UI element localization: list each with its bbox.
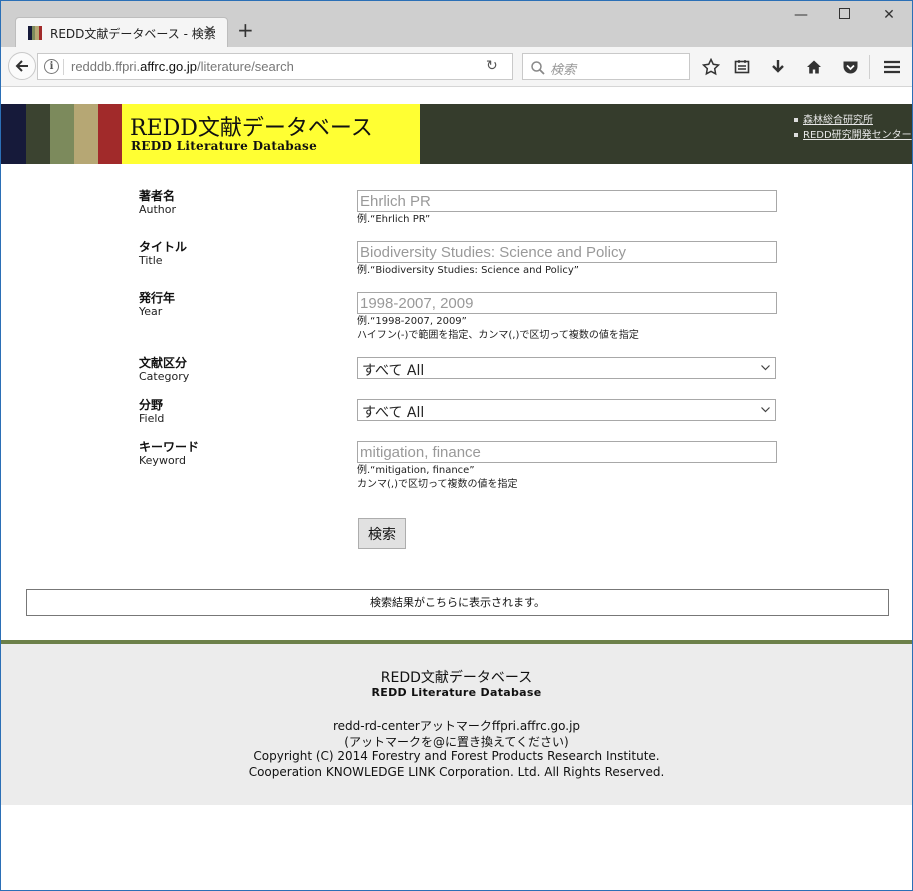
navigation-toolbar: i redddb.ffpri.affrc.go.jp/literature/se… <box>1 47 912 87</box>
keyword-label: キーワード Keyword <box>139 440 200 467</box>
author-label: 著者名 Author <box>139 189 177 216</box>
browser-tab[interactable]: REDD文献データベース - 検索 ✕ <box>15 17 228 47</box>
back-arrow-icon <box>15 60 28 72</box>
pocket-icon[interactable] <box>839 56 861 78</box>
header-stripe <box>26 104 50 164</box>
home-icon[interactable] <box>803 56 825 78</box>
back-button[interactable] <box>8 52 36 80</box>
minimize-icon[interactable]: — <box>791 7 811 23</box>
year-hint: 例.“1998-2007, 2009” <box>357 316 467 327</box>
chevron-down-icon <box>760 403 771 419</box>
year-input[interactable] <box>357 292 777 314</box>
field-select[interactable]: すべて All <box>357 399 776 421</box>
results-area: 検索結果がこちらに表示されます。 <box>26 589 889 616</box>
search-placeholder: 検索 <box>550 63 577 78</box>
keyword-hint-comma: カンマ(,)で区切って複数の値を指定 <box>357 479 518 490</box>
footer-copyright: Copyright (C) 2014 Forestry and Forest P… <box>253 749 660 763</box>
reading-list-icon[interactable] <box>731 56 753 78</box>
author-input[interactable] <box>357 190 777 212</box>
footer-email-note: (アットマークを@に置き換えてください) <box>344 735 569 749</box>
browser-search-bar[interactable]: 検索 <box>522 53 690 80</box>
keyword-input[interactable] <box>357 441 777 463</box>
title-label: タイトル Title <box>139 240 188 267</box>
site-logo[interactable]: REDD文献データベース REDD Literature Database <box>122 104 420 164</box>
download-icon[interactable] <box>767 56 789 78</box>
logo-title-en: REDD Literature Database <box>131 139 318 153</box>
search-icon <box>531 60 545 79</box>
link-ffpri[interactable]: 森林総合研究所 <box>794 113 912 128</box>
tab-bar: REDD文献データベース - 検索 ✕ + — ✕ <box>1 1 912 47</box>
tab-title: REDD文献データベース - 検索 <box>50 27 216 41</box>
site-header: REDD文献データベース REDD Literature Database 森林… <box>1 104 912 164</box>
footer-title: REDD文献データベース <box>380 670 533 686</box>
author-hint: 例.“Ehrlich PR” <box>357 214 431 225</box>
bookmark-star-icon[interactable] <box>700 56 722 78</box>
keyword-hint: 例.“mitigation, finance” <box>357 465 475 476</box>
header-stripe <box>50 104 74 164</box>
maximize-icon[interactable] <box>834 7 854 23</box>
header-stripe <box>1 104 26 164</box>
year-label: 発行年 Year <box>139 291 176 318</box>
header-stripe <box>74 104 98 164</box>
close-window-icon[interactable]: ✕ <box>879 7 899 23</box>
close-tab-icon[interactable]: ✕ <box>204 23 216 39</box>
logo-title-jp: REDD文献データベース <box>130 116 373 141</box>
favicon-icon <box>28 26 42 40</box>
footer-subtitle: REDD Literature Database <box>371 686 542 699</box>
web-page: REDD文献データベース REDD Literature Database 森林… <box>1 88 912 890</box>
title-input[interactable] <box>357 241 777 263</box>
chevron-down-icon <box>760 361 771 377</box>
header-stripe <box>98 104 122 164</box>
search-button[interactable]: 検索 <box>358 518 406 549</box>
info-icon[interactable]: i <box>44 59 59 74</box>
url-text[interactable]: redddb.ffpri.affrc.go.jp/literature/sear… <box>71 59 294 74</box>
title-hint: 例.“Biodiversity Studies: Science and Pol… <box>357 265 579 276</box>
category-select[interactable]: すべて All <box>357 357 776 379</box>
new-tab-icon[interactable]: + <box>237 20 254 40</box>
site-footer: REDD文献データベース REDD Literature Database re… <box>1 644 912 805</box>
menu-icon[interactable] <box>881 56 903 78</box>
reload-icon[interactable]: ↻ <box>486 58 498 74</box>
address-bar[interactable]: i redddb.ffpri.affrc.go.jp/literature/se… <box>37 53 513 80</box>
year-hint-range: ハイフン(-)で範囲を指定、カンマ(,)で区切って複数の値を指定 <box>357 330 639 341</box>
category-label: 文献区分 Category <box>139 356 190 383</box>
link-redd-center[interactable]: REDD研究開発センター <box>794 128 912 143</box>
footer-cooperation: Cooperation KNOWLEDGE LINK Corporation. … <box>248 765 665 779</box>
footer-email: redd-rd-centerアットマークffpri.affrc.go.jp <box>332 719 581 733</box>
field-label: 分野 Field <box>139 398 165 425</box>
header-links: 森林総合研究所 REDD研究開発センター <box>794 113 912 143</box>
browser-window: REDD文献データベース - 検索 ✕ + — ✕ i redddb.ffpri… <box>0 0 913 891</box>
